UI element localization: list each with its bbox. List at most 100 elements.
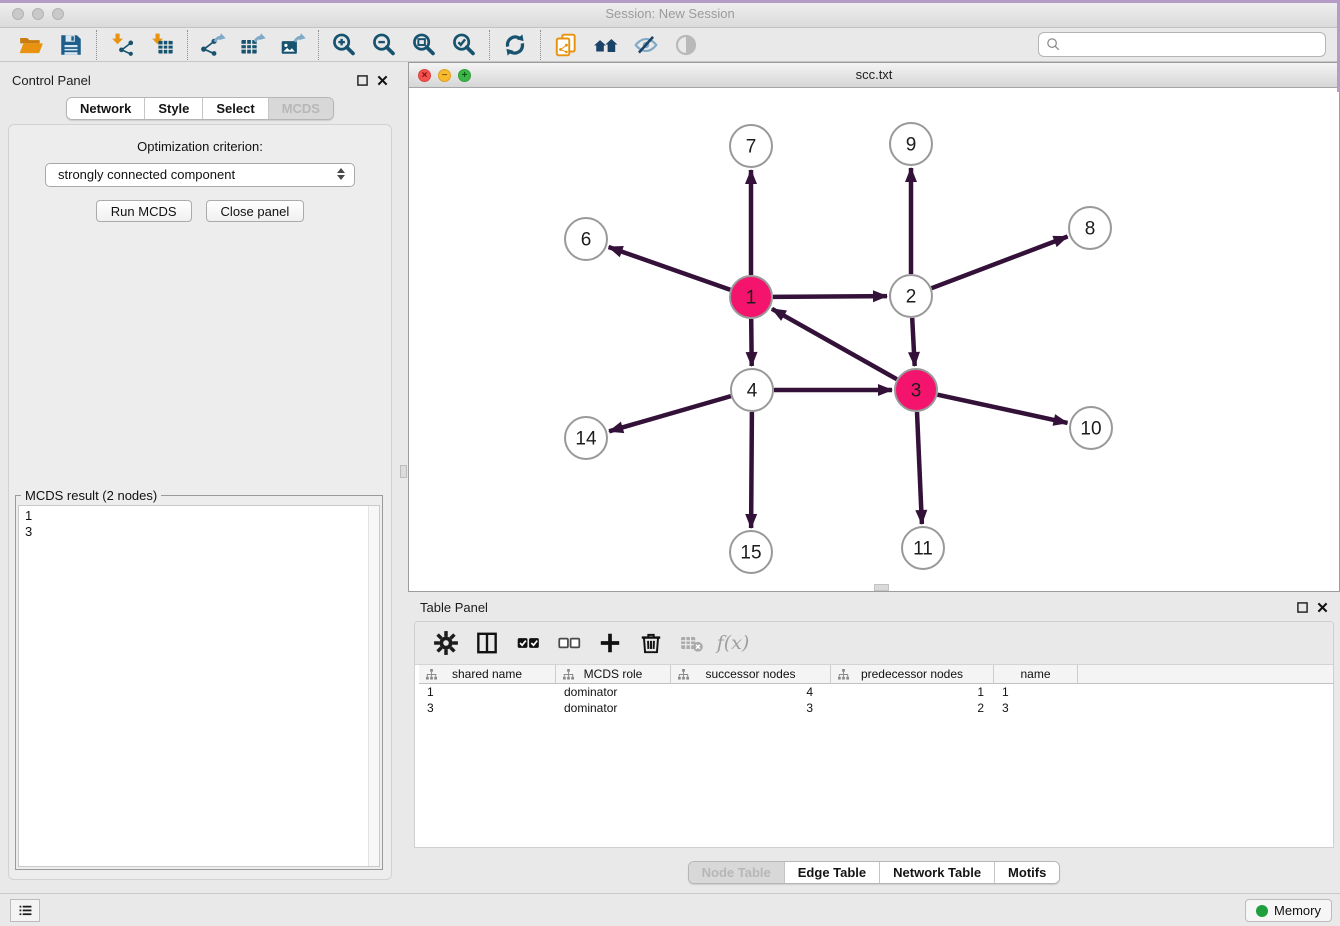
column-header-shared-name[interactable]: shared name bbox=[419, 665, 556, 683]
node-4[interactable]: 4 bbox=[731, 369, 773, 411]
node-2[interactable]: 2 bbox=[890, 275, 932, 317]
node-11[interactable]: 11 bbox=[902, 527, 944, 569]
edge-2-8[interactable] bbox=[932, 237, 1068, 289]
search-input[interactable] bbox=[1038, 32, 1326, 57]
edge-3-10[interactable] bbox=[938, 395, 1068, 423]
svg-text:9: 9 bbox=[906, 135, 917, 156]
float-panel-icon[interactable] bbox=[357, 75, 368, 86]
close-table-panel-icon[interactable] bbox=[1317, 602, 1328, 613]
result-scrollbar[interactable] bbox=[368, 506, 379, 866]
zoom-window-button[interactable] bbox=[52, 8, 64, 20]
edge-1-6[interactable] bbox=[609, 247, 731, 290]
panel-splitter[interactable] bbox=[400, 62, 408, 893]
node-15[interactable]: 15 bbox=[730, 531, 772, 573]
tab-network[interactable]: Network bbox=[67, 98, 145, 119]
network-canvas[interactable]: 7 9 6 8 1 2 4 3 14 10 15 11 bbox=[409, 88, 1339, 591]
table-row[interactable]: 3dominator323 bbox=[419, 700, 1333, 716]
edge-4-14[interactable] bbox=[609, 396, 731, 431]
table-cell[interactable]: 4 bbox=[671, 684, 831, 700]
column-header-mcds-role[interactable]: MCDS role bbox=[556, 665, 671, 683]
refresh-layout-icon[interactable] bbox=[501, 31, 529, 59]
network-maximize-button[interactable]: + bbox=[458, 69, 471, 82]
tab-mcds[interactable]: MCDS bbox=[269, 98, 333, 119]
node-6[interactable]: 6 bbox=[565, 218, 607, 260]
node-14[interactable]: 14 bbox=[565, 417, 607, 459]
table-cell[interactable]: 1 bbox=[994, 684, 1078, 700]
table-cell[interactable]: 3 bbox=[671, 700, 831, 716]
tab-select[interactable]: Select bbox=[203, 98, 268, 119]
close-panel-button[interactable]: Close panel bbox=[206, 200, 305, 222]
network-close-button[interactable]: × bbox=[418, 69, 431, 82]
table-settings-icon[interactable] bbox=[433, 630, 459, 656]
tab-edge-table[interactable]: Edge Table bbox=[785, 862, 880, 883]
tab-style[interactable]: Style bbox=[145, 98, 203, 119]
run-mcds-button[interactable]: Run MCDS bbox=[96, 200, 192, 222]
column-header-label: MCDS role bbox=[584, 667, 643, 681]
network-resize-grip[interactable] bbox=[874, 584, 889, 591]
first-neighbors-icon[interactable] bbox=[592, 31, 620, 59]
table-cell[interactable]: dominator bbox=[556, 700, 671, 716]
edge-1-4[interactable] bbox=[751, 319, 752, 366]
splitter-grip[interactable] bbox=[400, 465, 407, 478]
zoom-in-icon[interactable] bbox=[330, 31, 358, 59]
optimization-criterion-select[interactable]: strongly connected component bbox=[45, 163, 355, 187]
zoom-selected-icon[interactable] bbox=[450, 31, 478, 59]
delete-column-icon[interactable] bbox=[638, 630, 664, 656]
edge-1-2[interactable] bbox=[773, 296, 887, 297]
edge-4-15[interactable] bbox=[751, 412, 752, 528]
column-header-name[interactable]: name bbox=[994, 665, 1078, 683]
duplicate-network-icon[interactable] bbox=[552, 31, 580, 59]
delete-table-icon bbox=[679, 630, 705, 656]
add-column-icon[interactable] bbox=[597, 630, 623, 656]
tab-motifs[interactable]: Motifs bbox=[995, 862, 1059, 883]
select-all-columns-icon[interactable] bbox=[515, 630, 541, 656]
column-header-predecessor-nodes[interactable]: predecessor nodes bbox=[831, 665, 994, 683]
save-session-icon[interactable] bbox=[57, 31, 85, 59]
import-network-icon[interactable] bbox=[108, 31, 136, 59]
minimize-window-button[interactable] bbox=[32, 8, 44, 20]
deselect-all-columns-icon[interactable] bbox=[556, 630, 582, 656]
column-header-successor-nodes[interactable]: successor nodes bbox=[671, 665, 831, 683]
tab-node-table[interactable]: Node Table bbox=[689, 862, 785, 883]
column-layout-icon[interactable] bbox=[474, 630, 500, 656]
select-arrows-icon bbox=[337, 168, 345, 180]
node-3[interactable]: 3 bbox=[895, 369, 937, 411]
network-minimize-button[interactable]: − bbox=[438, 69, 451, 82]
export-table-icon[interactable] bbox=[239, 31, 267, 59]
import-table-icon[interactable] bbox=[148, 31, 176, 59]
table-row[interactable]: 1dominator411 bbox=[419, 684, 1333, 700]
close-panel-icon[interactable] bbox=[377, 75, 388, 86]
memory-button[interactable]: Memory bbox=[1245, 899, 1332, 922]
column-header-label: successor nodes bbox=[705, 667, 795, 681]
node-8[interactable]: 8 bbox=[1069, 207, 1111, 249]
node-10[interactable]: 10 bbox=[1070, 407, 1112, 449]
edge-3-11[interactable] bbox=[917, 412, 922, 524]
table-cell[interactable]: 2 bbox=[831, 700, 994, 716]
table-rows: 1dominator4113dominator323 bbox=[419, 684, 1333, 716]
zoom-fit-icon[interactable] bbox=[410, 31, 438, 59]
export-network-icon[interactable] bbox=[199, 31, 227, 59]
close-window-button[interactable] bbox=[12, 8, 24, 20]
mcds-result-text[interactable]: 13 bbox=[18, 505, 380, 867]
table-cell[interactable]: 3 bbox=[419, 700, 556, 716]
edge-2-3[interactable] bbox=[912, 318, 915, 366]
table-cell[interactable]: 3 bbox=[994, 700, 1078, 716]
hide-selected-icon[interactable] bbox=[632, 31, 660, 59]
node-1[interactable]: 1 bbox=[730, 276, 772, 318]
node-9[interactable]: 9 bbox=[890, 123, 932, 165]
table-cell[interactable]: dominator bbox=[556, 684, 671, 700]
float-table-panel-icon[interactable] bbox=[1297, 602, 1308, 613]
open-session-icon[interactable] bbox=[17, 31, 45, 59]
column-type-icon bbox=[678, 669, 689, 683]
control-panel: Control Panel NetworkStyleSelectMCDS Opt… bbox=[0, 68, 400, 890]
tab-network-table[interactable]: Network Table bbox=[880, 862, 995, 883]
zoom-out-icon[interactable] bbox=[370, 31, 398, 59]
table-cell[interactable]: 1 bbox=[831, 684, 994, 700]
node-7[interactable]: 7 bbox=[730, 125, 772, 167]
table-cell[interactable]: 1 bbox=[419, 684, 556, 700]
task-history-button[interactable] bbox=[10, 899, 40, 922]
export-image-icon[interactable] bbox=[279, 31, 307, 59]
network-graph[interactable]: 7 9 6 8 1 2 4 3 14 10 15 11 bbox=[409, 88, 1339, 591]
edge-3-1[interactable] bbox=[772, 309, 897, 379]
column-type-icon bbox=[838, 669, 849, 683]
